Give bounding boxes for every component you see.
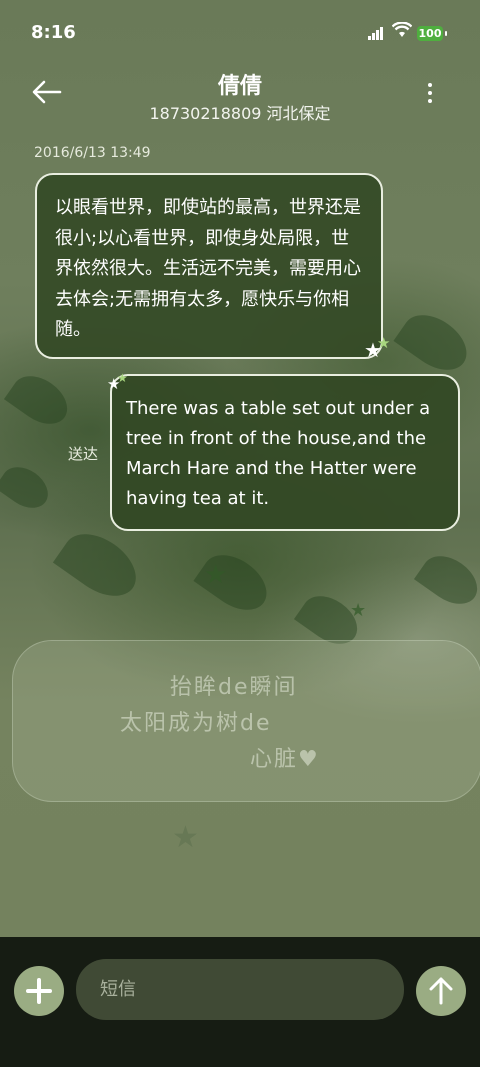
battery-icon: 100 (417, 26, 447, 41)
contact-number-location: 18730218809 河北保定 (149, 104, 331, 123)
plus-icon[interactable] (14, 966, 64, 1016)
arrow-up-icon[interactable] (416, 966, 466, 1016)
more-vertical-icon[interactable] (420, 80, 440, 110)
delivered-status: 送达 (68, 445, 99, 463)
status-time: 8:16 (31, 22, 76, 43)
status-bar: 8:16 100 (0, 0, 480, 66)
outgoing-message-text: There was a table set out under a tree i… (126, 398, 431, 509)
wallpaper-text: 抬眸de瞬间 太阳成为树de 心脏♥ (120, 675, 320, 772)
conversation-header: 倩倩 18730218809 河北保定 (0, 66, 480, 136)
star-decoration-icon: ★ (117, 371, 128, 385)
incoming-message-bubble[interactable]: 以眼看世界，即使站的最高，世界还是很小;以心看世界，即使身处局限，世界依然很大。… (35, 173, 383, 359)
message-input[interactable] (76, 959, 404, 1020)
message-timestamp: 2016/6/13 13:49 (34, 145, 151, 161)
wifi-icon (391, 21, 413, 43)
signal-icon (368, 26, 386, 40)
incoming-message-text: 以眼看世界，即使站的最高，世界还是很小;以心看世界，即使身处局限，世界依然很大。… (55, 197, 361, 340)
outgoing-message-bubble[interactable]: There was a table set out under a tree i… (110, 374, 460, 531)
contact-name: 倩倩 (217, 74, 262, 99)
star-decoration-icon: ★ (377, 334, 391, 352)
